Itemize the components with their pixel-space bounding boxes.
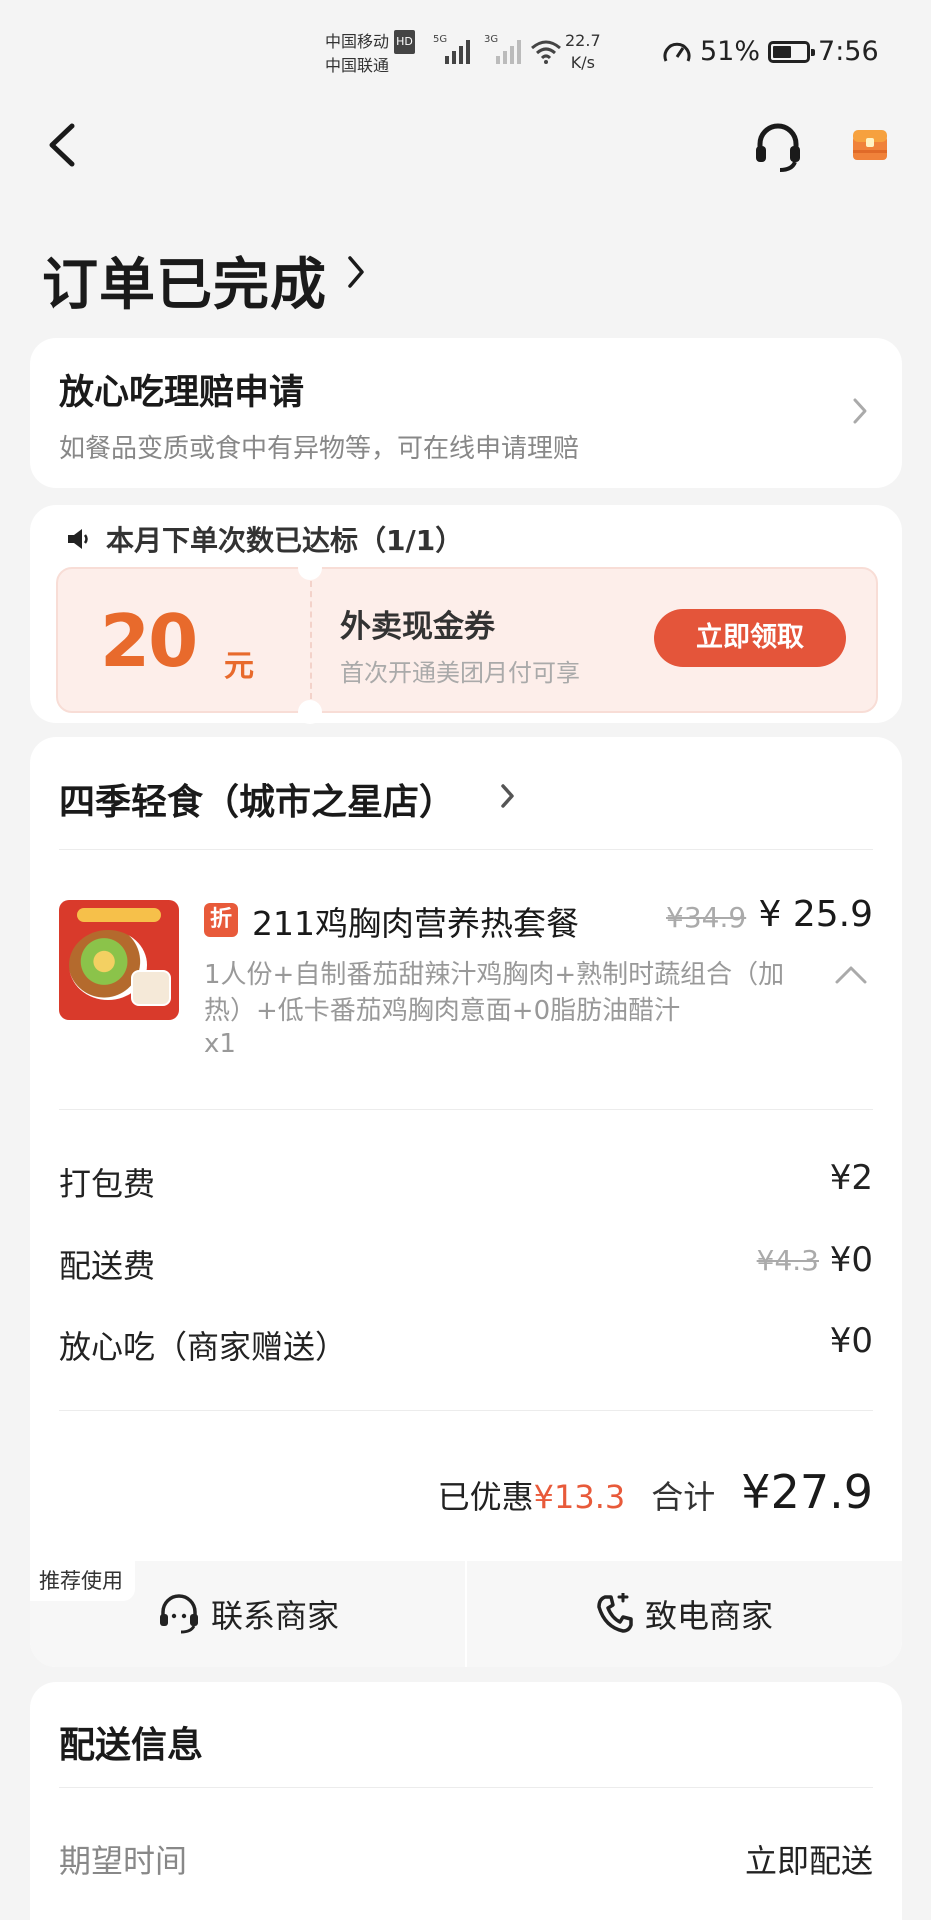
merchant-actions: 联系商家 致电商家 推荐使用 — [30, 1561, 902, 1667]
divider — [59, 1787, 873, 1788]
customer-service-icon[interactable] — [752, 120, 804, 172]
coupon-notch — [298, 700, 322, 724]
chevron-right-icon[interactable] — [500, 781, 516, 811]
cash-coupon[interactable]: 20 元 外卖现金券 首次开通美团月付可享 立即领取 — [56, 556, 878, 724]
saved-label: 已优惠 — [437, 1478, 534, 1516]
item-quantity: x1 — [204, 1029, 236, 1059]
signal-3g-icon: 3G — [484, 34, 521, 64]
status-right: 51% 7:56 — [662, 36, 879, 67]
thumb-banner — [77, 908, 161, 922]
signal-5g-icon: 5G — [433, 34, 470, 64]
call-merchant-label: 致电商家 — [644, 1597, 773, 1635]
packing-fee-value: ¥2 — [829, 1158, 873, 1198]
carrier-2: 中国联通 — [325, 56, 390, 75]
coupon-amount: 20 — [100, 599, 198, 683]
carrier-1: 中国移动 — [325, 32, 390, 51]
total-label: 合计 — [651, 1478, 716, 1516]
packing-fee-label: 打包费 — [59, 1165, 156, 1203]
net-type-1: 5G — [433, 34, 448, 45]
delivery-card: 配送信息 期望时间 立即配送 — [30, 1682, 902, 1920]
battery-icon — [768, 40, 816, 63]
promo-heading-text: 本月下单次数已达标（1/1） — [106, 524, 464, 557]
delivery-title: 配送信息 — [59, 1725, 204, 1766]
wifi-icon — [531, 40, 561, 64]
claim-description: 如餐品变质或食中有异物等，可在线申请理赔 — [59, 434, 580, 464]
battery-percent: 51% — [700, 36, 761, 67]
coupon-subtitle: 首次开通美团月付可享 — [340, 659, 580, 687]
delivery-fee-original: ¥4.3 — [756, 1244, 819, 1277]
coupon-divider — [310, 581, 312, 699]
claim-coupon-button[interactable]: 立即领取 — [654, 609, 846, 667]
discount-badge: 折 — [204, 903, 238, 937]
network-speed: 22.7 K/s — [565, 30, 601, 74]
phone-icon — [597, 1593, 633, 1633]
coupon-name: 外卖现金券 — [340, 609, 495, 645]
safe-eat-value: ¥0 — [829, 1321, 873, 1361]
recommend-tag: 推荐使用 — [30, 1561, 135, 1601]
divider — [59, 849, 873, 850]
item-description: 1人份+自制番茄甜辣汁鸡胸肉+熟制时蔬组合（加热）+低卡番茄鸡胸肉意面+0脂肪油… — [204, 960, 785, 1026]
back-icon[interactable] — [44, 120, 84, 170]
chat-agent-icon — [159, 1594, 198, 1634]
speed-unit: K/s — [570, 53, 595, 72]
speedometer-icon — [663, 42, 691, 62]
treasure-chest-icon[interactable] — [850, 124, 890, 164]
item-image[interactable] — [59, 900, 179, 1020]
chevron-right-icon[interactable] — [346, 252, 366, 292]
order-status-title[interactable]: 订单已完成 — [42, 240, 327, 321]
shop-name[interactable]: 四季轻食（城市之星店） — [59, 773, 455, 825]
order-card: 四季轻食（城市之星店） 折 211鸡胸肉营养热套餐 ¥34.9 ¥ 25.9 1… — [30, 737, 902, 1667]
chevron-up-icon[interactable] — [834, 964, 868, 986]
divider — [59, 1410, 873, 1411]
delivery-fee-value: ¥0 — [829, 1240, 873, 1280]
chevron-right-icon — [853, 398, 867, 424]
item-name: 211鸡胸肉营养热套餐 — [252, 904, 579, 943]
expected-time-value: 立即配送 — [744, 1842, 873, 1880]
promo-heading: 本月下单次数已达标（1/1） — [66, 519, 463, 559]
coupon-unit: 元 — [224, 649, 254, 684]
divider — [59, 1109, 873, 1110]
contact-merchant-label: 联系商家 — [210, 1597, 339, 1635]
status-bar: 中国移动 HD 中国联通 5G 3G 22.7 K/s 51% 7:56 — [0, 0, 931, 100]
speaker-icon — [68, 529, 88, 549]
clock: 7:56 — [818, 36, 879, 67]
expected-time-label: 期望时间 — [59, 1842, 188, 1880]
promo-card: 本月下单次数已达标（1/1） 20 元 外卖现金券 首次开通美团月付可享 立即领… — [30, 505, 902, 724]
total-row: 已优惠 ¥13.3 合计 ¥27.9 — [438, 1465, 873, 1519]
coupon-notch — [298, 556, 322, 580]
claim-title: 放心吃理赔申请 — [59, 373, 305, 413]
net-type-2: 3G — [484, 34, 499, 45]
carrier-info: 中国移动 HD 中国联通 — [325, 30, 415, 78]
hd-badge: HD — [394, 30, 415, 54]
thumb-side-dish — [131, 970, 171, 1006]
claim-card[interactable]: 放心吃理赔申请 如餐品变质或食中有异物等，可在线申请理赔 — [30, 338, 902, 488]
call-merchant-button[interactable]: 致电商家 — [466, 1561, 902, 1667]
total-value: ¥27.9 — [741, 1465, 873, 1519]
delivery-fee-label: 配送费 — [59, 1247, 156, 1285]
saved-value: ¥13.3 — [533, 1478, 626, 1516]
safe-eat-label: 放心吃（商家赠送） — [59, 1328, 348, 1366]
item-price: ¥ 25.9 — [758, 894, 873, 935]
item-original-price: ¥34.9 — [666, 901, 747, 934]
speed-value: 22.7 — [565, 31, 601, 50]
